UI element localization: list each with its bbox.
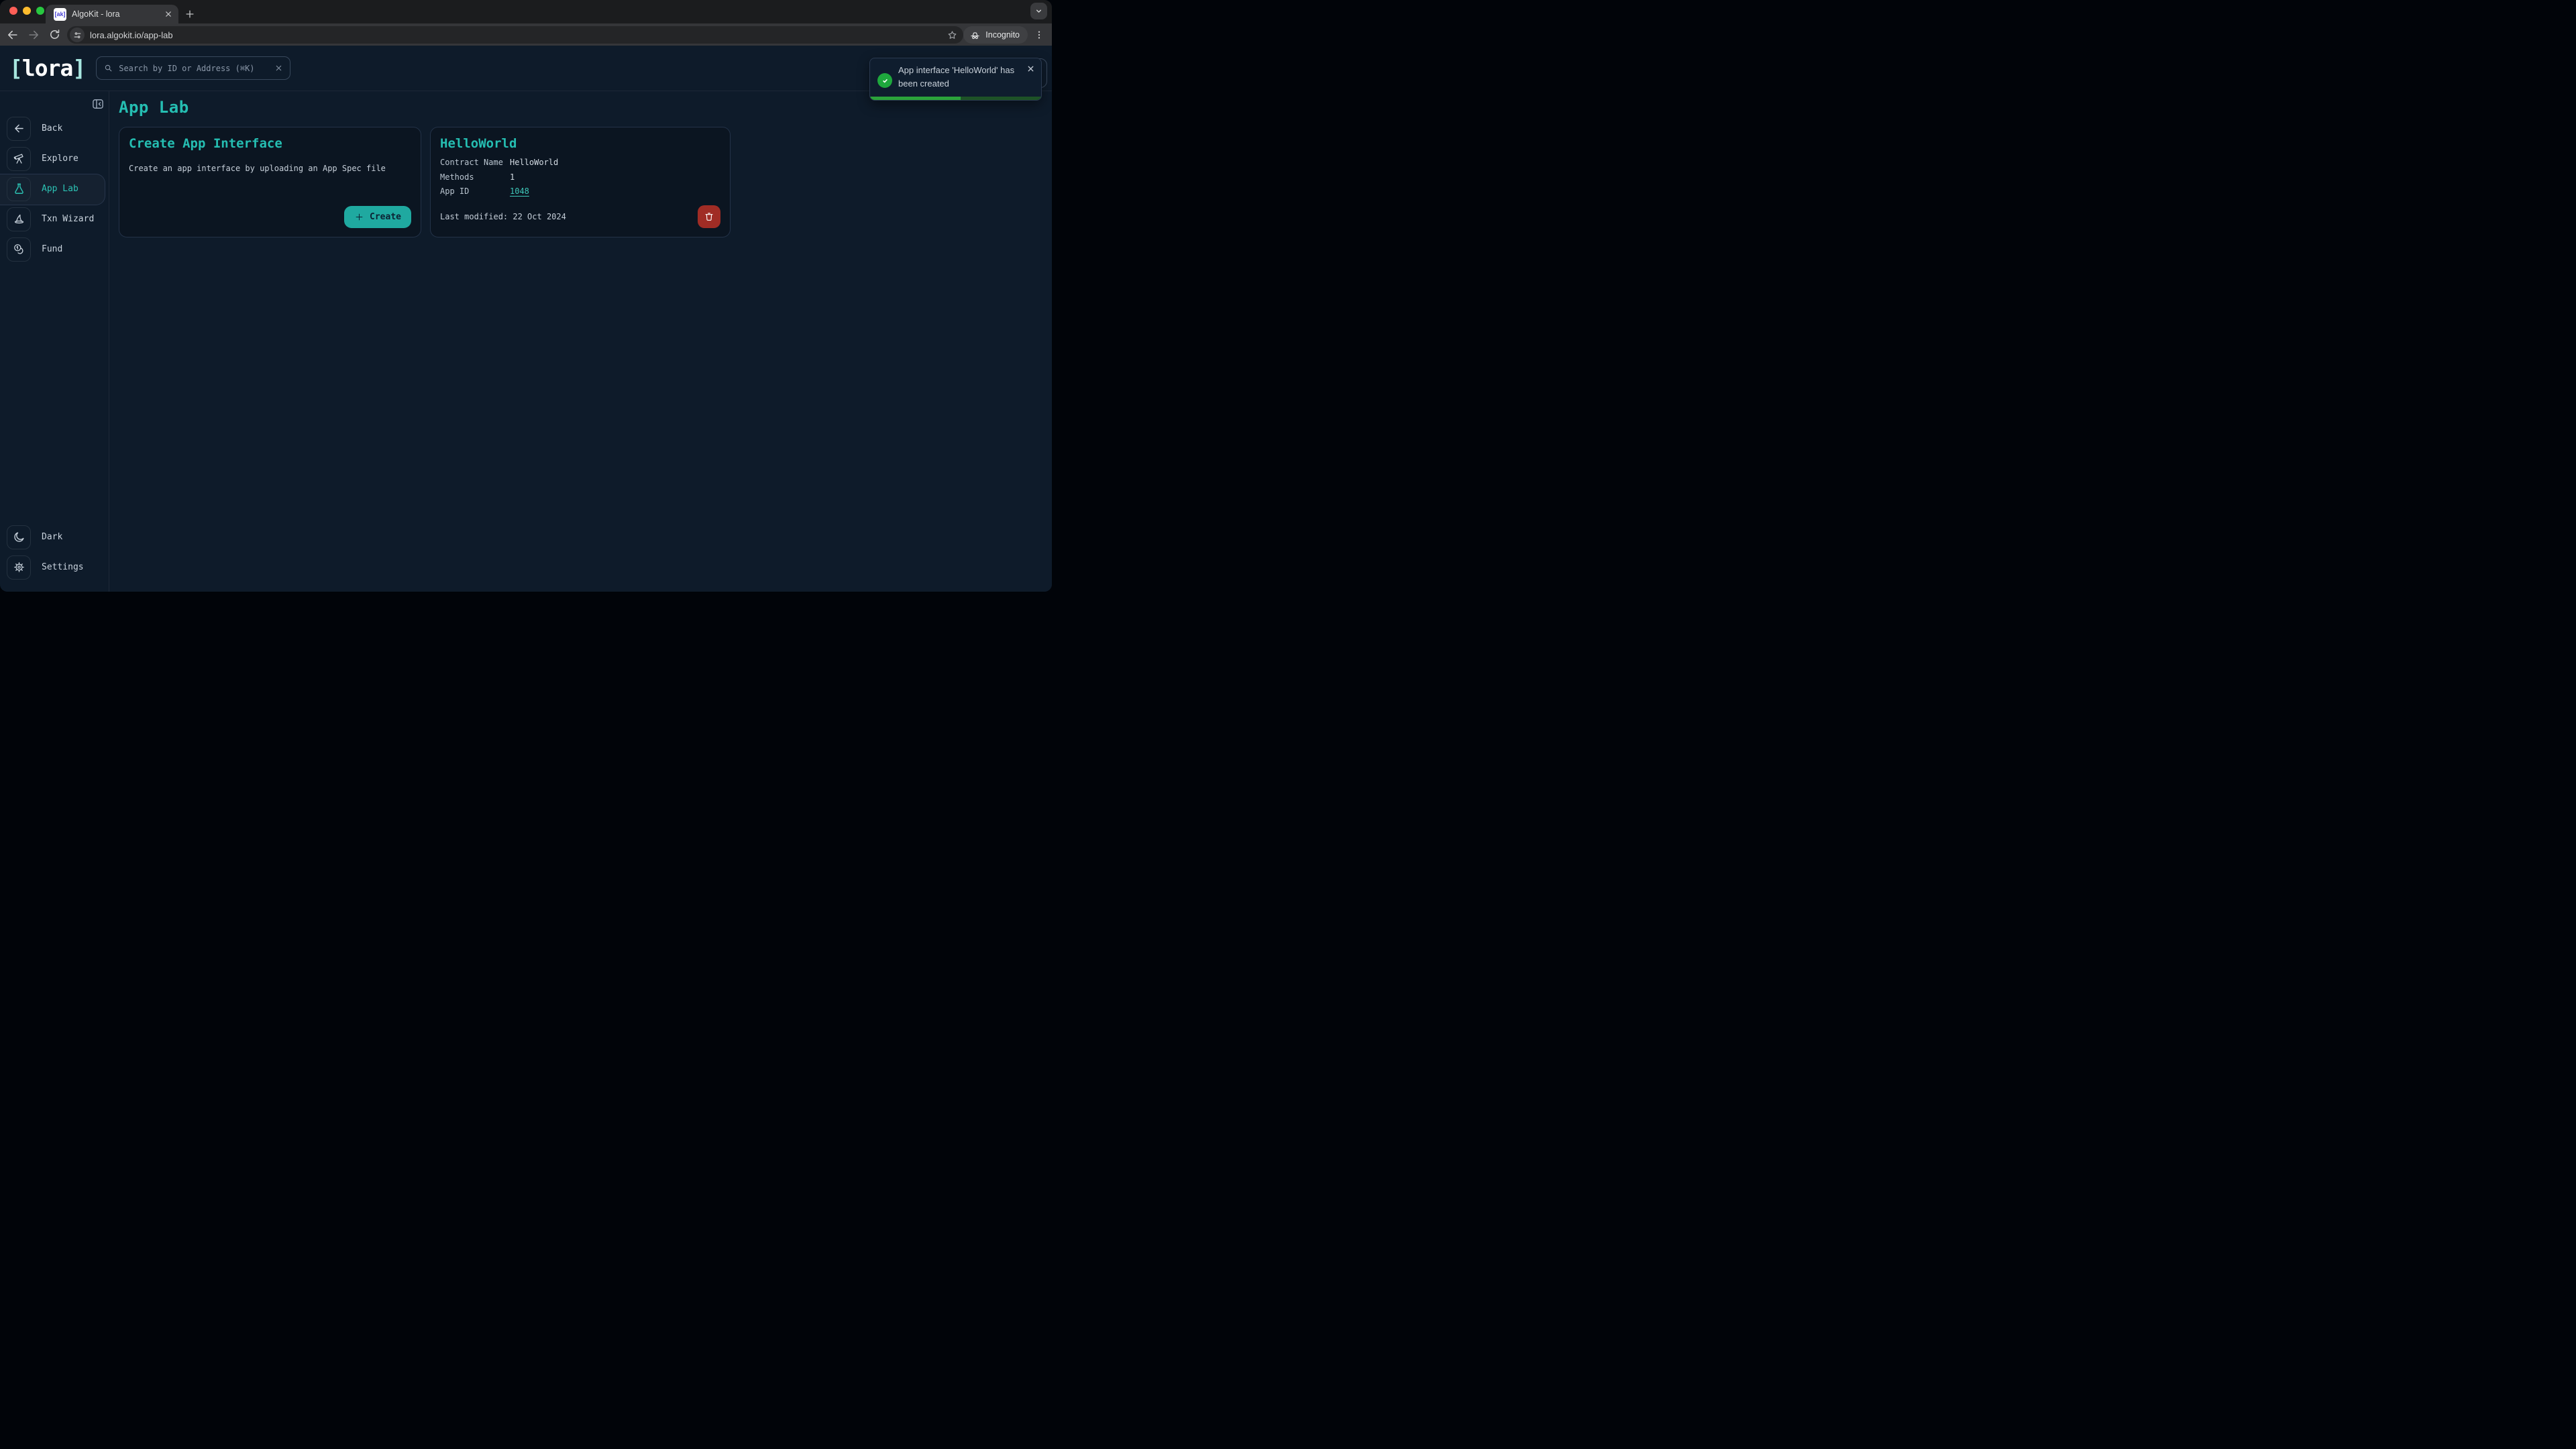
app-interface-card: HelloWorld Contract Name HelloWorld Meth… <box>430 127 731 237</box>
sidebar-item-explore[interactable]: Explore <box>0 144 109 174</box>
plus-icon <box>354 212 364 222</box>
telescope-icon <box>7 147 31 171</box>
create-card-description: Create an app interface by uploading an … <box>129 164 411 173</box>
sidebar-nav: Back Explore App Lab <box>0 113 109 264</box>
tab-favicon: [ak] <box>54 8 66 21</box>
sidebar-item-settings[interactable]: Settings <box>0 552 109 582</box>
incognito-badge: Incognito <box>963 26 1028 44</box>
incognito-icon <box>969 30 981 41</box>
arrow-left-icon <box>7 117 31 141</box>
success-check-icon <box>877 73 892 88</box>
app-card-details: Contract Name HelloWorld Methods 1 App I… <box>440 158 720 196</box>
detail-value: 1 <box>510 173 720 182</box>
detail-label: App ID <box>440 187 510 196</box>
detail-label: Contract Name <box>440 158 510 167</box>
sidebar: Back Explore App Lab <box>0 91 109 592</box>
detail-label: Methods <box>440 173 510 182</box>
app-root: [lora] Back <box>0 46 1052 592</box>
tab-title: AlgoKit - lora <box>72 9 158 19</box>
site-settings-icon[interactable] <box>70 28 85 42</box>
lora-logo[interactable]: [lora] <box>9 55 85 81</box>
page-title: App Lab <box>119 98 1052 117</box>
create-card-title: Create App Interface <box>129 136 411 151</box>
browser-window: [ak] AlgoKit - lora lora.algokit.io/a <box>0 0 1052 592</box>
back-button[interactable] <box>5 27 21 43</box>
create-app-interface-card: Create App Interface Create an app inter… <box>119 127 421 237</box>
browser-tab[interactable]: [ak] AlgoKit - lora <box>46 5 178 23</box>
incognito-label: Incognito <box>985 30 1020 40</box>
search-clear-icon[interactable] <box>274 64 283 72</box>
bookmark-star-icon[interactable] <box>946 29 958 41</box>
gear-icon <box>7 555 31 580</box>
last-modified-text: Last modified: 22 Oct 2024 <box>440 212 566 221</box>
tab-strip: [ak] AlgoKit - lora <box>0 0 1052 23</box>
forward-button[interactable] <box>25 27 42 43</box>
sidebar-collapse-icon[interactable] <box>91 97 105 111</box>
tab-close-icon[interactable] <box>164 9 173 19</box>
window-controls <box>9 7 44 15</box>
browser-menu-button[interactable] <box>1032 27 1046 43</box>
trash-icon <box>704 211 714 222</box>
toast-close-icon[interactable] <box>1026 64 1035 73</box>
create-button[interactable]: Create <box>344 206 411 228</box>
toast-progress-bar <box>870 97 1041 100</box>
success-toast: App interface 'HelloWorld' has been crea… <box>869 58 1042 101</box>
moon-icon <box>7 525 31 549</box>
new-tab-button[interactable] <box>183 7 197 21</box>
global-search[interactable] <box>96 56 290 80</box>
tab-search-button[interactable] <box>1030 3 1047 19</box>
zoom-window-button[interactable] <box>36 7 44 15</box>
coins-icon <box>7 237 31 262</box>
sidebar-item-fund[interactable]: Fund <box>0 234 109 264</box>
search-input[interactable] <box>119 64 269 73</box>
theme-toggle-dark[interactable]: Dark <box>0 522 109 552</box>
flask-icon <box>7 177 31 201</box>
close-window-button[interactable] <box>9 7 17 15</box>
sidebar-footer: Dark Settings <box>0 522 109 582</box>
url-bar[interactable]: lora.algokit.io/app-lab <box>67 26 963 44</box>
delete-app-interface-button[interactable] <box>698 205 720 228</box>
sidebar-item-txn-wizard[interactable]: Txn Wizard <box>0 204 109 234</box>
sidebar-item-back[interactable]: Back <box>0 113 109 144</box>
app-id-link[interactable]: 1048 <box>510 186 529 196</box>
browser-toolbar: lora.algokit.io/app-lab Incognito <box>0 23 1052 46</box>
sidebar-item-app-lab[interactable]: App Lab <box>0 174 109 204</box>
search-icon <box>103 63 113 73</box>
refresh-button[interactable] <box>46 27 62 43</box>
toast-message: App interface 'HelloWorld' has been crea… <box>898 64 1032 90</box>
main-content: App Lab Create App Interface Create an a… <box>109 91 1052 592</box>
app-card-title: HelloWorld <box>440 136 720 151</box>
wizard-hat-icon <box>7 207 31 231</box>
url-text: lora.algokit.io/app-lab <box>90 30 946 40</box>
detail-value: HelloWorld <box>510 158 720 167</box>
minimize-window-button[interactable] <box>23 7 31 15</box>
